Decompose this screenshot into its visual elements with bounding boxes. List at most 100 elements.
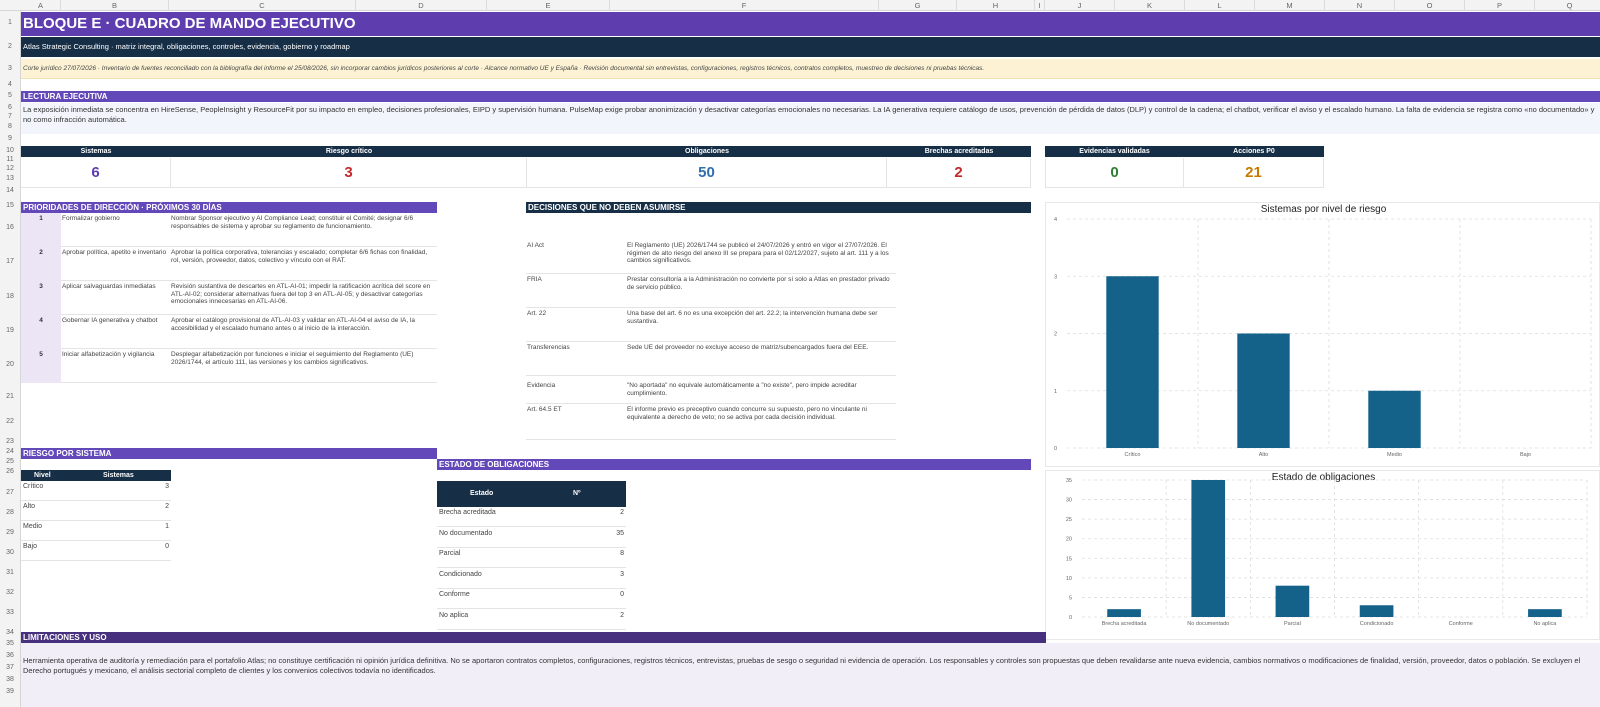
column-header-l[interactable]: L xyxy=(1185,0,1255,11)
prioridad-row[interactable]: 1 Formalizar gobierno Nombrar Sponsor ej… xyxy=(21,213,437,247)
riesgo-row[interactable]: Crítico 3 xyxy=(21,481,171,501)
row-header-13[interactable]: 13 xyxy=(0,175,20,182)
obligacion-count: 0 xyxy=(620,591,624,598)
obligacion-row[interactable]: Condicionado 3 xyxy=(437,569,626,589)
obligacion-row[interactable]: Conforme 0 xyxy=(437,589,626,609)
obligacion-count: 2 xyxy=(620,509,624,516)
row-header-19[interactable]: 19 xyxy=(0,327,20,334)
row-header-33[interactable]: 33 xyxy=(0,609,20,616)
limitaciones-text: Herramienta operativa de auditoría y rem… xyxy=(21,643,1600,707)
decision-row[interactable]: FRIA Prestar consultoría a la Administra… xyxy=(526,274,896,308)
riesgo-nivel: Medio xyxy=(23,523,43,530)
riesgo-row[interactable]: Medio 1 xyxy=(21,521,171,541)
row-header-4[interactable]: 4 xyxy=(0,81,20,88)
row-header-21[interactable]: 21 xyxy=(0,393,20,400)
column-header-a[interactable]: A xyxy=(21,0,61,11)
row-header-5[interactable]: 5 xyxy=(0,92,20,99)
column-header-p[interactable]: P xyxy=(1465,0,1535,11)
row-header-8[interactable]: 8 xyxy=(0,123,20,130)
row-header-22[interactable]: 22 xyxy=(0,418,20,425)
obligacion-count: 3 xyxy=(620,570,624,578)
chart-ytick-label: 4 xyxy=(1054,217,1057,223)
riesgo-row[interactable]: Alto 2 xyxy=(21,501,171,521)
row-header-11[interactable]: 11 xyxy=(0,156,20,163)
obligacion-row[interactable]: Parcial 8 xyxy=(437,548,626,568)
row-header-24[interactable]: 24 xyxy=(0,448,20,455)
row-header-20[interactable]: 20 xyxy=(0,361,20,368)
row-header-28[interactable]: 28 xyxy=(0,509,20,516)
row-header-9[interactable]: 9 xyxy=(0,135,20,142)
row-header-25[interactable]: 25 xyxy=(0,458,20,465)
prioridad-row[interactable]: 5 Iniciar alfabetización y vigilancia De… xyxy=(21,349,437,383)
row-header-37[interactable]: 37 xyxy=(0,664,20,671)
row-header-38[interactable]: 38 xyxy=(0,676,20,683)
column-header-f[interactable]: F xyxy=(610,0,879,11)
obligacion-row[interactable]: Brecha acreditada 2 xyxy=(437,507,626,527)
row-header-3[interactable]: 3 xyxy=(0,65,20,72)
kpi-value-sistemas[interactable]: 6 xyxy=(21,158,171,188)
kpi-value-obligaciones[interactable]: 50 xyxy=(527,158,887,188)
row-header-34[interactable]: 34 xyxy=(0,629,20,636)
column-header-c[interactable]: C xyxy=(169,0,356,11)
prioridad-title: Aplicar salvaguardas inmediatas xyxy=(62,283,156,290)
riesgo-count: 2 xyxy=(165,503,169,510)
row-header-26[interactable]: 26 xyxy=(0,468,20,475)
prioridad-desc: Aprobar la política corporativa, toleran… xyxy=(171,249,428,264)
prioridad-desc: Revisión sustantiva de descartes en ATL-… xyxy=(171,283,431,305)
prioridad-row[interactable]: 4 Gobernar IA generativa y chatbot Aprob… xyxy=(21,315,437,349)
row-header-29[interactable]: 29 xyxy=(0,529,20,536)
column-header-e[interactable]: E xyxy=(487,0,610,11)
decision-row[interactable]: AI Act El Reglamento (UE) 2026/1744 se p… xyxy=(526,240,896,274)
prioridad-row[interactable]: 3 Aplicar salvaguardas inmediatas Revisi… xyxy=(21,281,437,315)
obligacion-row[interactable]: No aplica 2 xyxy=(437,610,626,630)
row-header-1[interactable]: 1 xyxy=(0,19,20,26)
column-header-h[interactable]: H xyxy=(957,0,1035,11)
row-header-27[interactable]: 27 xyxy=(0,489,20,496)
column-header-k[interactable]: K xyxy=(1115,0,1185,11)
row-header-2[interactable]: 2 xyxy=(0,43,20,50)
row-header-23[interactable]: 23 xyxy=(0,438,20,445)
column-header-b[interactable]: B xyxy=(61,0,169,11)
row-header-12[interactable]: 12 xyxy=(0,165,20,172)
column-header-o[interactable]: O xyxy=(1395,0,1465,11)
row-header-35[interactable]: 35 xyxy=(0,640,20,647)
row-header-15[interactable]: 15 xyxy=(0,202,20,209)
prioridad-number: 5 xyxy=(21,349,61,383)
chart-ytick-label: 1 xyxy=(1054,389,1057,395)
column-header-g[interactable]: G xyxy=(879,0,957,11)
decision-row[interactable]: Transferencias Sede UE del proveedor no … xyxy=(526,342,896,376)
row-header-32[interactable]: 32 xyxy=(0,589,20,596)
column-header-q[interactable]: Q xyxy=(1535,0,1600,11)
row-header-18[interactable]: 18 xyxy=(0,293,20,300)
decision-value: Prestar consultoría a la Administración … xyxy=(627,276,890,291)
column-header-d[interactable]: D xyxy=(356,0,487,11)
row-header-17[interactable]: 17 xyxy=(0,258,20,265)
obligacion-estado: No documentado xyxy=(439,529,493,537)
row-header-16[interactable]: 16 xyxy=(0,224,20,231)
column-header-i[interactable]: I xyxy=(1035,0,1045,11)
chart-ytick-label: 35 xyxy=(1066,478,1072,484)
decision-row[interactable]: Art. 64.5 ET El informe previo es precep… xyxy=(526,404,896,440)
riesgo-row[interactable]: Bajo 0 xyxy=(21,541,171,561)
row-header-10[interactable]: 10 xyxy=(0,147,20,154)
row-header-31[interactable]: 31 xyxy=(0,569,20,576)
row-header-36[interactable]: 36 xyxy=(0,652,20,659)
kpi-value-acciones-p0[interactable]: 21 xyxy=(1184,158,1324,188)
column-header-j[interactable]: J xyxy=(1045,0,1115,11)
riesgo-section-header: RIESGO POR SISTEMA xyxy=(21,448,437,459)
row-header-7[interactable]: 7 xyxy=(0,113,20,120)
obligacion-row[interactable]: No documentado 35 xyxy=(437,528,626,548)
kpi-label-riesgo-critico: Riesgo crítico xyxy=(171,146,527,157)
decision-row[interactable]: Evidencia "No aportada" no equivale auto… xyxy=(526,380,896,404)
kpi-value-brechas[interactable]: 2 xyxy=(887,158,1031,188)
prioridad-row[interactable]: 2 Aprobar política, apetito e inventario… xyxy=(21,247,437,281)
kpi-value-evidencias[interactable]: 0 xyxy=(1045,158,1184,188)
kpi-value-riesgo-critico[interactable]: 3 xyxy=(171,158,527,188)
column-header-n[interactable]: N xyxy=(1325,0,1395,11)
row-header-6[interactable]: 6 xyxy=(0,104,20,111)
row-header-39[interactable]: 39 xyxy=(0,688,20,695)
column-header-m[interactable]: M xyxy=(1255,0,1325,11)
decision-row[interactable]: Art. 22 Una base del art. 6 no es una ex… xyxy=(526,308,896,342)
row-header-14[interactable]: 14 xyxy=(0,187,20,194)
row-header-30[interactable]: 30 xyxy=(0,549,20,556)
